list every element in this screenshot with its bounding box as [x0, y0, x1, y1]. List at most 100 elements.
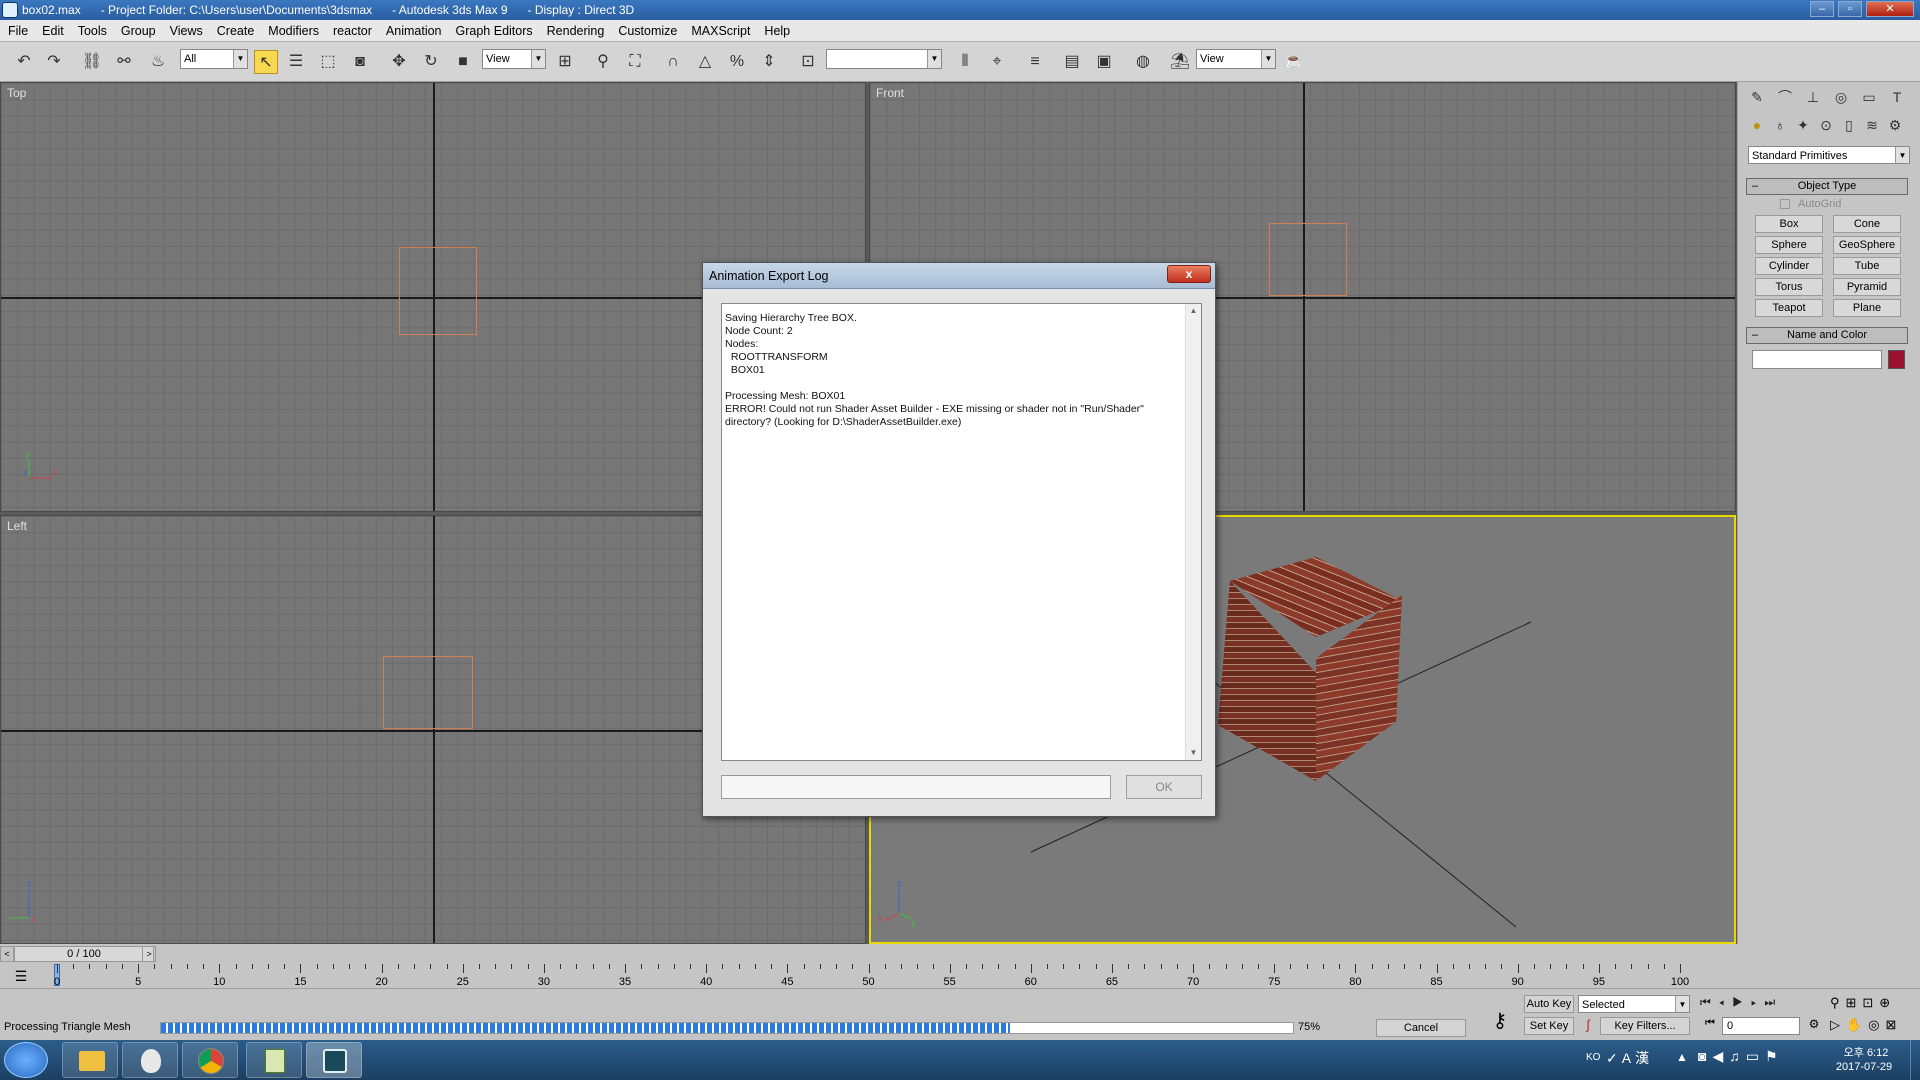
menu-file[interactable]: File [0, 20, 35, 42]
menu-tools[interactable]: Tools [71, 20, 114, 42]
named-selection-sets-dropdown[interactable]: ▼ [826, 49, 942, 69]
chrome-taskbar-icon[interactable] [182, 1042, 238, 1078]
unlink-selection-icon[interactable]: ⚯ [112, 50, 136, 74]
viewport-nav-controls-bottom[interactable]: ▷✋◎⊠ [1830, 1017, 1916, 1035]
menu-group[interactable]: Group [114, 20, 163, 42]
render-type-dropdown[interactable]: View ▼ [1196, 49, 1276, 69]
close-button[interactable]: ✕ [1866, 1, 1914, 17]
sphere-button[interactable]: Sphere [1755, 236, 1823, 254]
box-button[interactable]: Box [1755, 215, 1823, 233]
render-scene-icon[interactable]: ⛱ [1168, 50, 1192, 74]
select-manipulate-icon[interactable]: ⚲ [591, 50, 615, 74]
snaps-toggle-icon[interactable]: ∩ [661, 50, 685, 74]
object-type-rollout[interactable]: – Object Type [1746, 178, 1908, 195]
start-button[interactable] [4, 1042, 48, 1078]
modify-tab-icon[interactable]: ⌒ [1774, 86, 1796, 108]
show-desktop-button[interactable] [1910, 1040, 1920, 1080]
mirror-icon[interactable]: ⫴ [953, 50, 977, 74]
rotate-icon[interactable]: ↻ [419, 50, 443, 74]
edit-named-selection-icon[interactable]: ⊡ [796, 50, 820, 74]
alien-app-taskbar-icon[interactable] [122, 1042, 178, 1078]
utilities-tab-icon[interactable]: T [1886, 86, 1908, 108]
file-explorer-taskbar-icon[interactable] [62, 1042, 118, 1078]
window-crossing-icon[interactable]: ◙ [348, 50, 372, 74]
name-and-color-rollout[interactable]: – Name and Color [1746, 327, 1908, 344]
torus-button[interactable]: Torus [1755, 278, 1823, 296]
cameras-icon[interactable]: ⊙ [1815, 114, 1837, 136]
menu-maxscript[interactable]: MAXScript [684, 20, 757, 42]
lights-icon[interactable]: ✦ [1792, 114, 1814, 136]
auto-key-button[interactable]: Auto Key [1524, 995, 1574, 1013]
key-filters-button[interactable]: Key Filters... [1600, 1017, 1690, 1035]
select-by-name-icon[interactable]: ☰ [284, 50, 308, 74]
display-tab-icon[interactable]: ▭ [1858, 86, 1880, 108]
brick-cube[interactable] [1216, 557, 1416, 787]
angle-snap-icon[interactable]: △ [693, 50, 717, 74]
schematic-view-icon[interactable]: ▣ [1092, 50, 1116, 74]
log-text-area[interactable]: Saving Hierarchy Tree BOX. Node Count: 2… [721, 303, 1202, 761]
percent-snap-icon[interactable]: % [725, 50, 749, 74]
rectangular-selection-icon[interactable]: ⬚ [316, 50, 340, 74]
reference-coordinate-dropdown[interactable]: View ▼ [482, 49, 546, 69]
input-language[interactable]: KO [1586, 1052, 1600, 1063]
pyramid-button[interactable]: Pyramid [1833, 278, 1901, 296]
cylinder-button[interactable]: Cylinder [1755, 257, 1823, 275]
goto-start-icon[interactable]: ⏮ [1700, 1017, 1720, 1035]
plane-button[interactable]: Plane [1833, 299, 1901, 317]
selection-filter-dropdown[interactable]: All ▼ [180, 49, 248, 69]
curve-editor-icon[interactable]: ▤ [1060, 50, 1084, 74]
dialog-input-field[interactable] [721, 775, 1111, 799]
current-frame-field[interactable]: 0 [1722, 1017, 1800, 1035]
playback-controls[interactable]: ⏮◂▶▸⏭ [1700, 995, 1836, 1013]
key-mode-dropdown[interactable]: Selected ▼ [1578, 995, 1690, 1013]
3dsmax-taskbar-icon[interactable] [306, 1042, 362, 1078]
box-wireframe[interactable] [383, 656, 473, 729]
log-scrollbar[interactable]: ▲ ▼ [1185, 304, 1201, 760]
scale-icon[interactable]: ■ [451, 50, 475, 74]
ok-button[interactable]: OK [1126, 775, 1202, 799]
select-and-link-icon[interactable]: ⛓ [80, 50, 104, 74]
dialog-close-button[interactable]: x [1167, 265, 1211, 283]
scroll-up-icon[interactable]: ▲ [1186, 304, 1201, 318]
create-tab-icon[interactable]: ✎ [1746, 86, 1768, 108]
cancel-button[interactable]: Cancel [1376, 1019, 1466, 1037]
box-wireframe[interactable] [1269, 223, 1347, 296]
space-warps-icon[interactable]: ≋ [1861, 114, 1883, 136]
redo-icon[interactable]: ↷ [42, 50, 66, 74]
undo-icon[interactable]: ↶ [12, 50, 36, 74]
keyboard-shortcut-icon[interactable]: ⛶ [623, 50, 647, 74]
set-key-button[interactable]: Set Key [1524, 1017, 1574, 1035]
systems-icon[interactable]: ⚙ [1884, 114, 1906, 136]
object-name-input[interactable] [1752, 350, 1882, 369]
geometry-icon[interactable]: ● [1746, 114, 1768, 136]
timeline[interactable]: ☰ 0 5 10 15 20 25 30 35 40 45 50 55 60 65 70 75 80 85 90 95… [0, 964, 1920, 988]
show-hidden-icons[interactable]: ▲ [1676, 1050, 1688, 1064]
ime-icons[interactable]: ✓A漢 [1606, 1048, 1653, 1068]
menu-graph-editors[interactable]: Graph Editors [449, 20, 540, 42]
select-object-icon[interactable]: ↖ [254, 50, 278, 74]
maximize-button[interactable]: ▫ [1838, 1, 1862, 17]
shapes-icon[interactable]: ♁ [1769, 114, 1791, 136]
teapot-button[interactable]: Teapot [1755, 299, 1823, 317]
move-icon[interactable]: ✥ [387, 50, 411, 74]
time-slider[interactable]: 0 / 100 [14, 946, 154, 962]
scroll-down-icon[interactable]: ▼ [1186, 746, 1201, 760]
tube-button[interactable]: Tube [1833, 257, 1901, 275]
next-frame-icon[interactable]: > [142, 946, 156, 962]
prev-frame-icon[interactable]: < [0, 946, 14, 962]
menu-modifiers[interactable]: Modifiers [261, 20, 326, 42]
menu-customize[interactable]: Customize [611, 20, 684, 42]
menu-views[interactable]: Views [163, 20, 210, 42]
object-color-swatch[interactable] [1888, 350, 1905, 369]
time-config-icon[interactable]: ⚙ [1804, 1017, 1824, 1035]
menu-help[interactable]: Help [757, 20, 797, 42]
menu-animation[interactable]: Animation [379, 20, 449, 42]
system-tray-icons[interactable]: ◙◀♫▭⚑ [1698, 1048, 1784, 1065]
tangent-icon[interactable]: ∫ [1578, 1017, 1598, 1035]
menu-edit[interactable]: Edit [35, 20, 71, 42]
menu-reactor[interactable]: reactor [326, 20, 379, 42]
align-icon[interactable]: ⌖ [985, 50, 1009, 74]
menu-rendering[interactable]: Rendering [540, 20, 612, 42]
task-manager-taskbar-icon[interactable] [246, 1042, 302, 1078]
quick-render-icon[interactable]: ☕ [1282, 50, 1306, 74]
